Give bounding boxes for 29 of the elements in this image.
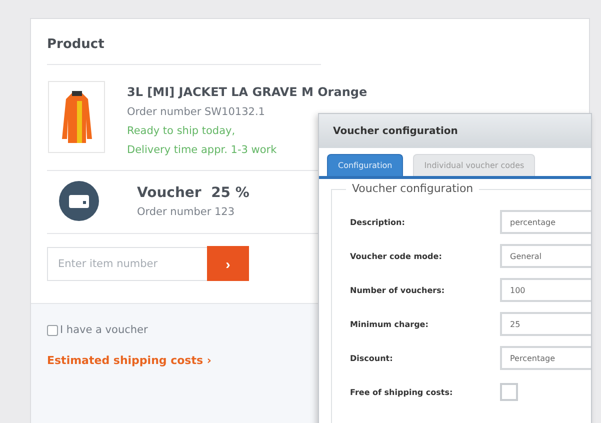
field-label: Voucher code mode:	[350, 252, 443, 260]
select-field[interactable]: General	[500, 244, 591, 268]
item-number-field[interactable]: Enter item number	[47, 247, 207, 281]
order-number: Order number SW10132.1	[127, 106, 265, 118]
availability-text: Ready to ship today,	[127, 125, 236, 137]
select-field[interactable]: Percentage	[500, 346, 591, 370]
add-item-button[interactable]: ›	[207, 246, 249, 281]
field-label: Number of vouchers:	[350, 286, 446, 294]
product-name[interactable]: 3L [MI] JACKET LA GRAVE M Orange	[127, 85, 368, 99]
jacket-icon	[60, 89, 94, 145]
delivery-time: Delivery time appr. 1-3 work	[127, 144, 277, 156]
text-field[interactable]: 100	[500, 278, 591, 302]
field-label: Minimum charge:	[350, 320, 430, 328]
fieldset-title: Voucher configuration	[346, 182, 480, 195]
dialog-title: Voucher configuration	[319, 114, 591, 148]
order-number: Order number 123	[137, 206, 236, 218]
dialog-tab[interactable]: Configuration	[327, 154, 404, 176]
text-field[interactable]: percentage	[500, 210, 591, 234]
field-label: Free of shipping costs:	[350, 388, 454, 396]
voucher-checkbox[interactable]	[47, 324, 58, 336]
field-label: Discount:	[350, 354, 394, 362]
voucher-card-icon	[59, 181, 99, 221]
field-label: Description:	[350, 218, 406, 226]
voucher-checkbox-label: I have a voucher	[60, 324, 148, 336]
section-title: Product	[46, 36, 106, 54]
shipping-costs-link[interactable]: Estimated shipping costs ›	[47, 354, 321, 367]
text-field[interactable]: 25	[500, 312, 591, 336]
shipping-checkbox[interactable]	[500, 383, 518, 401]
voucher-name: Voucher 25 %	[137, 184, 250, 200]
